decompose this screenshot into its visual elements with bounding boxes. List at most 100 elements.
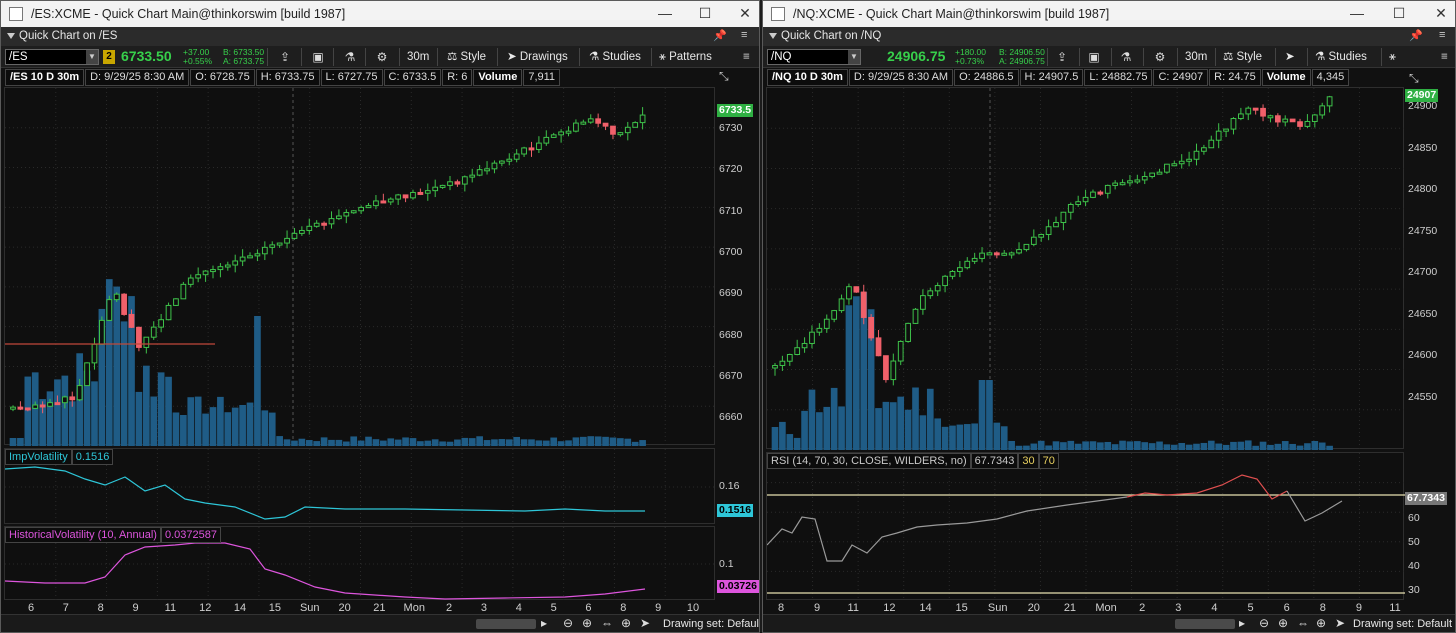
rsi-line	[767, 496, 1128, 562]
volume-bar	[135, 391, 143, 446]
volume-bar	[1000, 426, 1008, 450]
volume-bar	[468, 438, 476, 446]
timeframe-button[interactable]: 30m	[407, 48, 429, 66]
volume-bar	[771, 427, 779, 450]
candle-body	[536, 142, 542, 150]
axis-tick-label: 24750	[1408, 224, 1438, 237]
rsi-name: RSI (14, 70, 30, CLOSE, WILDERS, no)	[767, 453, 971, 469]
time-tick-label: Mon	[1095, 602, 1117, 614]
patterns-button[interactable]: ⚹ Patterns	[659, 48, 712, 66]
volume-bar	[1074, 443, 1082, 450]
candle-body	[365, 205, 372, 209]
volume-bar	[993, 422, 1001, 450]
volume-bar	[830, 387, 838, 450]
pin-icon[interactable]: 📌	[713, 29, 727, 42]
crosshair-icon[interactable]: ⊕	[621, 616, 631, 630]
candle-body	[439, 184, 446, 188]
candle-body	[1230, 118, 1237, 130]
time-tick-label: 3	[1175, 602, 1182, 614]
price-pane[interactable]	[766, 87, 1405, 450]
share-icon[interactable]: ⇪	[1053, 49, 1071, 65]
style-button[interactable]: ⚖ Style	[447, 48, 486, 66]
time-tick-label: Sun	[299, 602, 320, 614]
info-volume: 7,911	[523, 69, 561, 86]
more-menu-icon[interactable]: ≡	[743, 48, 750, 66]
maximize-button[interactable]: ☐	[691, 3, 719, 23]
volume-bar	[180, 414, 187, 446]
maximize-button[interactable]: ☐	[1385, 3, 1413, 23]
candle-body	[306, 225, 313, 232]
pointer-icon[interactable]: ➤	[640, 616, 650, 630]
symbol-input[interactable]: /ES ▼	[5, 49, 99, 65]
patterns-label: Patterns	[669, 51, 712, 63]
gear-icon[interactable]: ⚙	[1151, 49, 1169, 65]
chevron-down-icon[interactable]: ▼	[86, 50, 98, 64]
drawings-button[interactable]: ➤	[1285, 48, 1295, 66]
drawings-button[interactable]: ➤ Drawings	[507, 48, 568, 66]
drawing-set-label[interactable]: Drawing set: Default	[663, 618, 759, 630]
studies-button[interactable]: ⚗ Studies	[589, 48, 641, 66]
candle-body	[853, 286, 860, 293]
collapse-icon[interactable]	[769, 33, 777, 39]
scrollbar-thumb[interactable]	[476, 619, 536, 629]
minimize-button[interactable]: —	[1343, 3, 1371, 23]
volume-bar	[1178, 442, 1186, 450]
timeframe-button[interactable]: 30m	[1185, 48, 1207, 66]
scroll-right-icon[interactable]: ▸	[1239, 616, 1245, 630]
patterns-button[interactable]: ⚹	[1389, 48, 1396, 66]
style-button[interactable]: ⚖ Style	[1223, 48, 1262, 66]
price-axis[interactable]: 6730 6720 6710 6700 6690 6680 6670 6660	[715, 87, 759, 445]
time-tick-label: 14	[919, 602, 932, 614]
volume-bar	[342, 441, 350, 446]
impvol-value: 0.1516	[71, 449, 114, 465]
link-badge[interactable]: 2	[103, 50, 115, 64]
snapshot-icon[interactable]: ▣	[1085, 49, 1103, 65]
zoom-out-icon[interactable]: ⊖	[563, 616, 573, 630]
impvol-line	[5, 466, 645, 520]
expand-icon[interactable]: ⤡	[719, 69, 729, 84]
volume-bar	[1274, 443, 1282, 450]
pin-icon[interactable]: 📌	[1409, 29, 1423, 42]
app-icon	[771, 7, 785, 21]
volume-bar	[963, 424, 971, 450]
volume-bar	[17, 438, 24, 446]
axis-tick-label: 50	[1408, 536, 1420, 548]
price-pane[interactable]	[4, 87, 716, 446]
drawing-set-label[interactable]: Drawing set: Default	[1353, 618, 1452, 630]
candle-body	[187, 277, 194, 285]
app-icon	[9, 7, 23, 21]
flask-icon[interactable]: ⚗	[341, 49, 359, 65]
crosshair-icon[interactable]: ⊕	[1316, 616, 1326, 630]
share-icon[interactable]: ⇪	[276, 49, 294, 65]
collapse-icon[interactable]	[7, 33, 15, 39]
candle-body	[113, 293, 120, 301]
menu-icon[interactable]: ≡	[741, 29, 747, 41]
candle-body	[831, 310, 838, 320]
minimize-button[interactable]: —	[651, 3, 679, 23]
menu-icon[interactable]: ≡	[1439, 29, 1445, 41]
symbol-input[interactable]: /NQ ▼	[767, 49, 861, 65]
scroll-right-icon[interactable]: ▸	[541, 616, 547, 630]
title-bar[interactable]: /ES:XCME - Quick Chart Main@thinkorswim …	[1, 1, 759, 27]
chevron-down-icon[interactable]: ▼	[848, 50, 860, 64]
studies-button[interactable]: ⚗ Studies	[1315, 48, 1367, 66]
close-button[interactable]: ✕	[731, 3, 759, 23]
zoom-in-icon[interactable]: ⊕	[582, 616, 592, 630]
zoom-in-icon[interactable]: ⊕	[1278, 616, 1288, 630]
time-tick-label: 8	[777, 602, 785, 614]
close-button[interactable]: ✕	[1427, 3, 1455, 23]
pan-horizontal-icon[interactable]: ⇔	[601, 616, 613, 630]
pan-horizontal-icon[interactable]: ⇔	[1297, 616, 1309, 630]
more-menu-icon[interactable]: ≡	[1441, 48, 1448, 66]
snapshot-icon[interactable]: ▣	[309, 49, 327, 65]
flask-icon[interactable]: ⚗	[1117, 49, 1135, 65]
volume-bar	[113, 286, 121, 446]
gear-icon[interactable]: ⚙	[373, 49, 391, 65]
zoom-out-icon[interactable]: ⊖	[1259, 616, 1269, 630]
title-bar[interactable]: /NQ:XCME - Quick Chart Main@thinkorswim …	[763, 1, 1455, 27]
expand-icon[interactable]: ⤡	[1409, 71, 1419, 86]
rsi-pane[interactable]	[766, 452, 1405, 601]
pointer-icon[interactable]: ➤	[1335, 616, 1345, 630]
price-axis[interactable]: 24900 24850 24800 24750 24700 24650 24600 24550	[1404, 87, 1454, 449]
scrollbar-thumb[interactable]	[1175, 619, 1235, 629]
